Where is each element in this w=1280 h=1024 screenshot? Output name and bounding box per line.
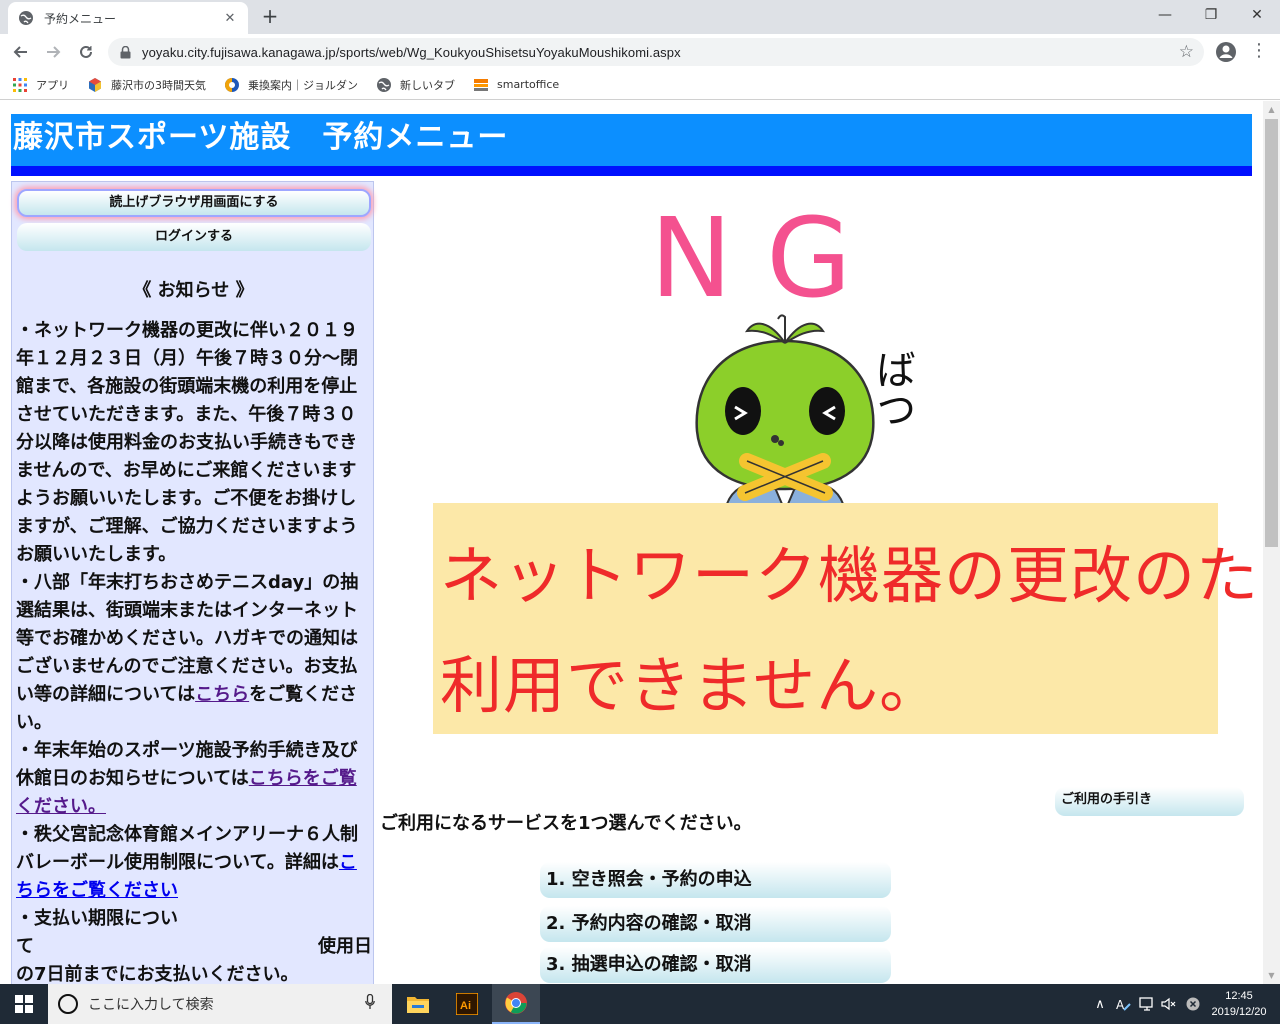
service-button-availability[interactable]: 1. 空き照会・予約の申込 [540,862,891,898]
apps-grid-icon [12,77,28,93]
read-aloud-button[interactable]: 読上げブラウザ用画面にする [17,189,371,217]
microphone-icon[interactable] [360,993,380,1014]
chrome-icon[interactable] [492,984,540,1024]
network-icon[interactable] [1136,984,1158,1024]
notice-item: ・ネットワーク機器の更改に伴い２０１９年１２月２３日（月）午後７時３０分～閉館ま… [16,320,358,565]
sidebar: 読上げブラウザ用画面にする ログインする 《 お知らせ 》 ・ネットワーク機器の… [11,181,374,984]
back-arrow-icon[interactable] [8,40,32,64]
browser-tab[interactable]: 予約メニュー ✕ [8,2,248,34]
input-method-icon[interactable]: A [1112,984,1134,1024]
clock-time: 12:45 [1225,990,1253,1002]
account-icon[interactable] [1214,40,1238,64]
window-close-icon[interactable]: ✕ [1234,0,1280,30]
weather-cube-icon [87,77,103,93]
taskbar-clock[interactable]: 12:45 2019/12/20 [1206,988,1272,1020]
service-button-lottery[interactable]: 3. 抽選申込の確認・取消 [540,947,891,983]
scroll-thumb[interactable] [1265,119,1278,547]
jorudan-icon [224,77,240,93]
notice-list: ・ネットワーク機器の更改に伴い２０１９年１２月２３日（月）午後７時３０分～閉館ま… [16,317,372,984]
maintenance-banner: ネットワーク機器の更改のため 利用できません。 [433,503,1263,734]
tab-title: 予約メニュー [44,11,117,26]
volume-muted-icon[interactable] [1158,984,1180,1024]
illustrator-icon[interactable]: Ai [443,984,491,1024]
svg-text:Ai: Ai [460,1000,471,1012]
globe-icon [18,10,34,26]
svg-text:A: A [1116,998,1125,1012]
url-text: yoyaku.city.fujisawa.kanagawa.jp/sports/… [142,44,681,60]
banner-line-2: 利用できません。 [440,649,943,722]
notice-link-details[interactable]: こちら [195,684,249,705]
mascot-icon [695,314,875,511]
taskbar-search[interactable]: ここに入力して検索 [48,984,392,1024]
login-button[interactable]: ログインする [17,223,371,251]
bookmark-smartoffice[interactable]: smartoffice [473,77,559,93]
browser-toolbar: yoyaku.city.fujisawa.kanagawa.jp/sports/… [0,34,1280,70]
page-scrollbar[interactable]: ▲ ▼ [1263,101,1280,984]
globe-icon [376,77,392,93]
notice-item: ・秩父宮記念体育館メインアリーナ６人制バレーボール使用制限について。詳細はこちら… [16,824,358,901]
address-bar[interactable]: yoyaku.city.fujisawa.kanagawa.jp/sports/… [108,38,1204,66]
ng-illustration: NG ばつ [560,201,1020,511]
new-tab-icon[interactable]: + [258,4,282,28]
header-stripe [11,166,1252,176]
restore-icon[interactable]: ❐ [1188,0,1234,30]
menu-kebab-icon[interactable]: ⋮ [1250,41,1268,63]
notice-item-line: の7日前までにお支払いください。 [16,964,299,984]
bookmark-weather[interactable]: 藤沢市の3時間天気 [87,77,206,93]
notification-x-icon[interactable] [1182,984,1204,1024]
banner-line-1: ネットワーク機器の更改のため [440,539,1263,612]
clock-date: 2019/12/20 [1211,1006,1267,1018]
taskbar-search-placeholder: ここに入力して検索 [88,997,214,1013]
bookmarks-bar: アプリ 藤沢市の3時間天気 乗換案内｜ジョルダン 新しいタブ smartoffi… [0,70,1280,100]
service-button-confirm-cancel[interactable]: 2. 予約内容の確認・取消 [540,906,891,942]
service-prompt: ご利用になるサービスを1つ選んでください。 [380,813,752,834]
minimize-icon[interactable]: — [1142,0,1188,30]
tab-strip: 予約メニュー ✕ + — ❐ ✕ [0,0,1280,34]
star-icon[interactable]: ☆ [1179,42,1194,62]
notice-item-line: て使用日 [16,936,372,957]
smartoffice-icon [473,77,489,93]
windows-taskbar: ここに入力して検索 Ai ∧ A 12:45 2019/12/20 [0,984,1280,1024]
page-viewport: 藤沢市スポーツ施設 予約メニュー 読上げブラウザ用画面にする ログインする 《 … [0,101,1263,984]
notice-title: 《 お知らせ 》 [133,280,254,301]
tray-chevron-icon[interactable]: ∧ [1090,984,1110,1024]
notice-item: ・支払い期限につい [16,908,178,929]
cortana-icon [58,994,78,1014]
bookmark-newtab[interactable]: 新しいタブ [376,77,455,93]
file-explorer-icon[interactable] [394,984,442,1024]
tab-close-icon[interactable]: ✕ [222,11,238,26]
bookmark-apps[interactable]: アプリ [12,77,69,93]
reload-icon[interactable] [74,40,98,64]
usage-guide-button[interactable]: ご利用の手引き [1055,787,1244,816]
page-title: 藤沢市スポーツ施設 予約メニュー [11,114,1252,166]
scroll-up-icon[interactable]: ▲ [1263,101,1280,118]
ng-text: NG [650,194,886,322]
scroll-down-icon[interactable]: ▼ [1263,967,1280,984]
forward-arrow-icon[interactable] [42,40,66,64]
bookmark-jorudan[interactable]: 乗換案内｜ジョルダン [224,77,358,93]
windows-start-icon[interactable] [0,984,48,1024]
notice-item: ・年末年始のスポーツ施設予約手続き及び休館日のお知らせについてはこちらをご覧くだ… [16,740,358,817]
lock-icon[interactable] [120,45,132,59]
notice-item: ・八部「年末打ちおさめテニスday」の抽選結果は、街頭端末またはインターネット等… [16,572,359,733]
